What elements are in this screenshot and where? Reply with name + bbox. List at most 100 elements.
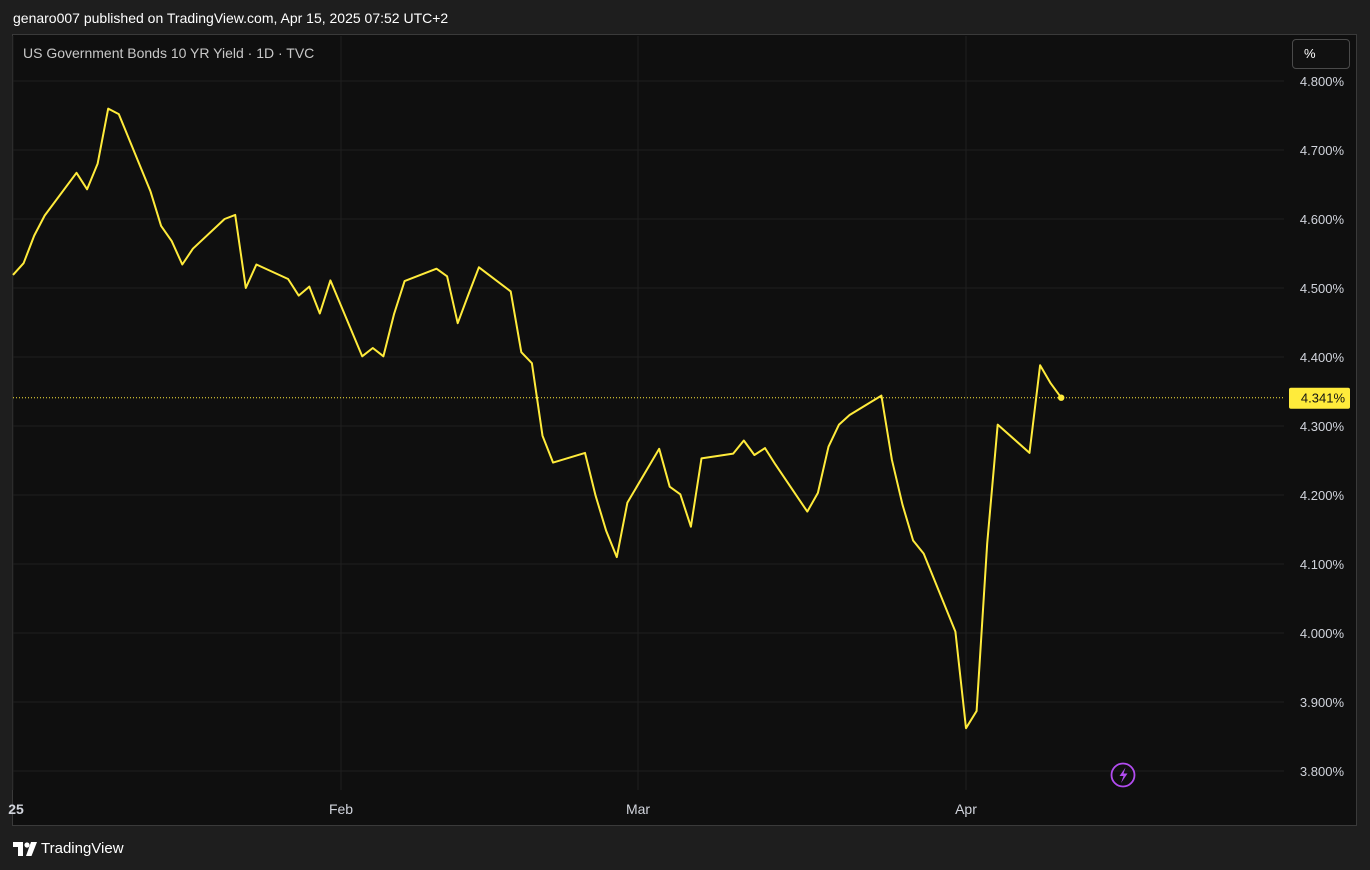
- data-point: [510, 290, 512, 292]
- data-point: [298, 295, 300, 297]
- data-point: [552, 462, 554, 464]
- data-point: [12, 274, 14, 276]
- data-point: [76, 172, 78, 174]
- grid: [12, 36, 1284, 790]
- data-point: [308, 286, 310, 288]
- tradingview-brand[interactable]: TradingView: [13, 840, 124, 857]
- last-point-marker: [1058, 394, 1065, 401]
- y-tick-label: 3.800%: [1300, 764, 1345, 779]
- data-point: [584, 452, 586, 454]
- x-tick-label: 25: [8, 801, 24, 817]
- data-point: [806, 511, 808, 513]
- data-point: [838, 424, 840, 426]
- y-tick-label: 3.900%: [1300, 695, 1345, 710]
- data-point: [595, 495, 597, 497]
- data-point: [743, 440, 745, 442]
- price-tag-label: 4.341%: [1301, 391, 1346, 406]
- brand-label: TradingView: [41, 840, 124, 857]
- data-point: [954, 631, 956, 633]
- data-point: [531, 362, 533, 364]
- data-point: [817, 492, 819, 494]
- y-tick-label: 4.400%: [1300, 350, 1345, 365]
- data-point: [160, 225, 162, 227]
- data-point: [849, 414, 851, 416]
- data-point: [828, 446, 830, 448]
- data-point: [255, 264, 257, 266]
- data-point: [382, 355, 384, 357]
- data-point: [86, 188, 88, 190]
- data-point: [319, 313, 321, 315]
- data-point: [542, 435, 544, 437]
- data-point: [361, 355, 363, 357]
- data-point: [372, 347, 374, 349]
- data-point: [690, 526, 692, 528]
- data-point: [118, 113, 120, 115]
- y-tick-label: 4.800%: [1300, 74, 1345, 89]
- data-point: [329, 279, 331, 281]
- data-point: [150, 190, 152, 192]
- y-tick-label: 4.100%: [1300, 557, 1345, 572]
- y-tick-label: 4.000%: [1300, 626, 1345, 641]
- data-point: [880, 395, 882, 397]
- data-point: [287, 278, 289, 280]
- y-tick-label: 4.300%: [1300, 419, 1345, 434]
- data-point: [902, 504, 904, 506]
- data-point: [923, 553, 925, 555]
- data-point: [393, 313, 395, 315]
- data-point: [775, 464, 777, 466]
- y-tick-label: 4.500%: [1300, 281, 1345, 296]
- data-point: [192, 248, 194, 250]
- symbol-title[interactable]: US Government Bonds 10 YR Yield · 1D · T…: [23, 45, 314, 61]
- data-point: [1039, 364, 1041, 366]
- lightning-icon[interactable]: [1110, 762, 1136, 788]
- price-chart[interactable]: 4.800% 4.700% 4.600% 4.500% 4.400% 4.300% 4.20…: [0, 0, 1370, 870]
- x-tick-label: Apr: [955, 801, 977, 817]
- data-point: [701, 457, 703, 459]
- data-point: [404, 280, 406, 282]
- tradingview-logo-icon: [13, 841, 37, 856]
- data-point: [658, 448, 660, 450]
- data-point: [605, 530, 607, 532]
- data-point: [1050, 382, 1052, 384]
- data-point: [224, 218, 226, 220]
- data-point: [626, 502, 628, 504]
- time-axis[interactable]: 25 Feb Mar Apr: [8, 801, 977, 817]
- data-point: [764, 447, 766, 449]
- series-line: [12, 107, 1063, 730]
- data-point: [33, 235, 35, 237]
- data-point: [234, 214, 236, 216]
- data-point: [44, 215, 46, 217]
- data-point: [245, 287, 247, 289]
- data-point: [23, 262, 25, 264]
- data-point: [986, 542, 988, 544]
- data-point: [891, 459, 893, 461]
- data-point: [107, 108, 109, 110]
- data-point: [520, 351, 522, 353]
- data-point: [478, 266, 480, 268]
- data-point: [669, 486, 671, 488]
- data-point: [753, 454, 755, 456]
- data-point: [97, 163, 99, 165]
- data-point: [732, 453, 734, 455]
- data-point: [467, 294, 469, 296]
- price-axis[interactable]: 4.800% 4.700% 4.600% 4.500% 4.400% 4.300% 4.20…: [1300, 74, 1345, 779]
- data-point: [976, 710, 978, 712]
- data-point: [457, 322, 459, 324]
- data-point: [912, 540, 914, 542]
- data-point: [446, 275, 448, 277]
- data-point: [616, 556, 618, 558]
- y-tick-label: 4.200%: [1300, 488, 1345, 503]
- x-tick-label: Mar: [626, 801, 650, 817]
- data-point: [436, 268, 438, 270]
- data-point: [171, 240, 173, 242]
- last-price-tag: 4.341%: [13, 387, 1350, 409]
- data-point: [997, 424, 999, 426]
- data-point: [679, 493, 681, 495]
- data-point: [965, 727, 967, 729]
- x-tick-label: Feb: [329, 801, 353, 817]
- y-tick-label: 4.700%: [1300, 143, 1345, 158]
- data-point: [1029, 452, 1031, 454]
- y-tick-label: 4.600%: [1300, 212, 1345, 227]
- scale-unit-button[interactable]: %: [1292, 39, 1350, 69]
- series-layer: [12, 107, 1063, 730]
